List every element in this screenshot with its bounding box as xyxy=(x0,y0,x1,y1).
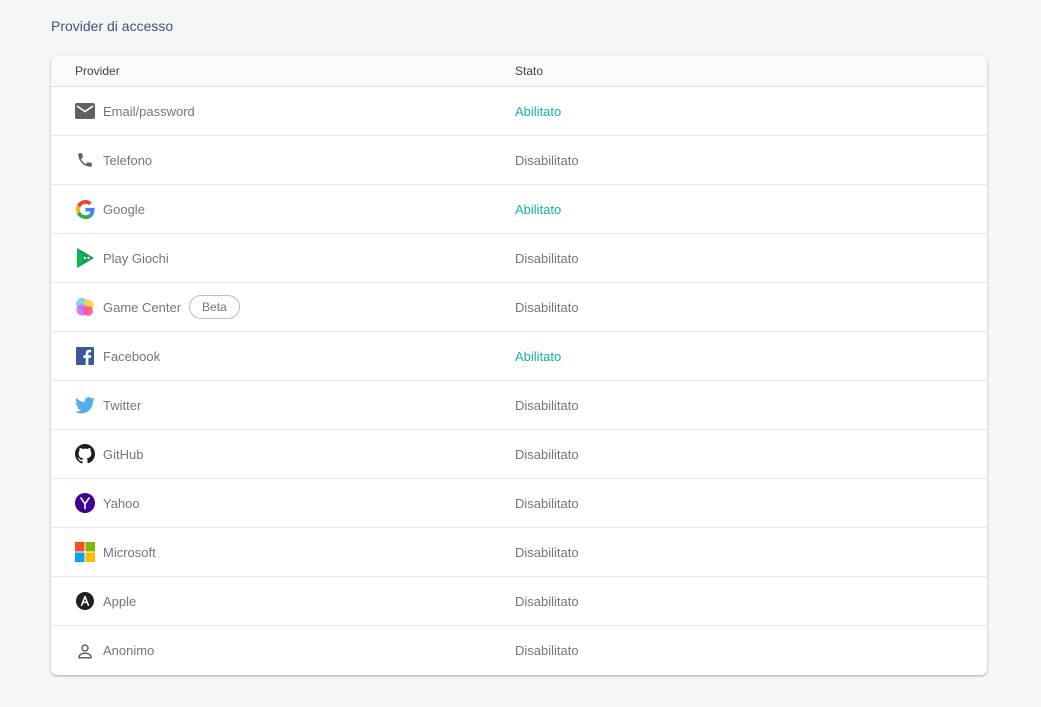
github-icon xyxy=(75,444,95,464)
provider-row-phone[interactable]: Telefono Disabilitato xyxy=(51,136,987,185)
provider-name: Email/password xyxy=(103,103,195,119)
microsoft-icon xyxy=(75,542,95,562)
provider-name: Yahoo xyxy=(103,495,140,511)
status-label: Disabilitato xyxy=(515,643,579,658)
status-label: Abilitato xyxy=(515,201,562,217)
column-header-status: Stato xyxy=(515,64,544,78)
status-label: Disabilitato xyxy=(515,593,579,609)
status-label: Disabilitato xyxy=(515,250,579,266)
anonymous-user-icon xyxy=(75,641,95,661)
phone-icon xyxy=(75,150,95,170)
provider-row-facebook[interactable]: Facebook Abilitato xyxy=(51,332,987,381)
apple-icon xyxy=(75,591,95,611)
provider-name: GitHub xyxy=(103,446,144,462)
provider-row-microsoft[interactable]: Microsoft Disabilitato xyxy=(51,528,987,577)
provider-row-email[interactable]: Email/password Abilitato xyxy=(51,87,987,136)
status-label: Disabilitato xyxy=(515,446,579,462)
facebook-icon xyxy=(75,346,95,366)
provider-row-yahoo[interactable]: Yahoo Disabilitato xyxy=(51,479,987,528)
twitter-icon xyxy=(75,395,95,415)
google-icon xyxy=(75,199,95,219)
provider-name: Microsoft xyxy=(103,544,156,560)
provider-name: Facebook xyxy=(103,348,161,364)
provider-row-github[interactable]: GitHub Disabilitato xyxy=(51,430,987,479)
provider-name: Anonimo xyxy=(103,643,155,658)
provider-name: Google xyxy=(103,201,145,217)
yahoo-icon xyxy=(75,493,95,513)
provider-row-apple[interactable]: Apple Disabilitato xyxy=(51,577,987,626)
provider-row-anonymous[interactable]: Anonimo Disabilitato xyxy=(51,626,987,675)
status-label: Disabilitato xyxy=(515,152,579,168)
provider-row-play-games[interactable]: Play Giochi Disabilitato xyxy=(51,234,987,283)
page-title: Provider di accesso xyxy=(51,18,174,34)
provider-row-twitter[interactable]: Twitter Disabilitato xyxy=(51,381,987,430)
email-icon xyxy=(75,101,95,121)
provider-name: Apple xyxy=(103,593,137,609)
play-games-icon xyxy=(75,248,95,268)
provider-name: Twitter xyxy=(103,397,142,413)
providers-table: Provider Stato Email/password Abilitato … xyxy=(51,56,987,675)
provider-row-google[interactable]: Google Abilitato xyxy=(51,185,987,234)
provider-name: Telefono xyxy=(103,152,153,168)
column-header-provider: Provider xyxy=(75,64,120,78)
provider-name: Game Center xyxy=(103,299,182,315)
status-label: Disabilitato xyxy=(515,397,579,413)
provider-row-game-center[interactable]: Game Center Beta Disabilitato xyxy=(51,283,987,332)
game-center-icon xyxy=(75,297,95,317)
status-label: Abilitato xyxy=(515,103,562,119)
status-label: Disabilitato xyxy=(515,495,579,511)
table-header: Provider Stato xyxy=(51,56,987,87)
status-label: Abilitato xyxy=(515,348,562,364)
provider-name: Play Giochi xyxy=(103,250,169,266)
status-label: Disabilitato xyxy=(515,299,579,315)
beta-badge: Beta xyxy=(189,295,240,319)
status-label: Disabilitato xyxy=(515,544,579,560)
